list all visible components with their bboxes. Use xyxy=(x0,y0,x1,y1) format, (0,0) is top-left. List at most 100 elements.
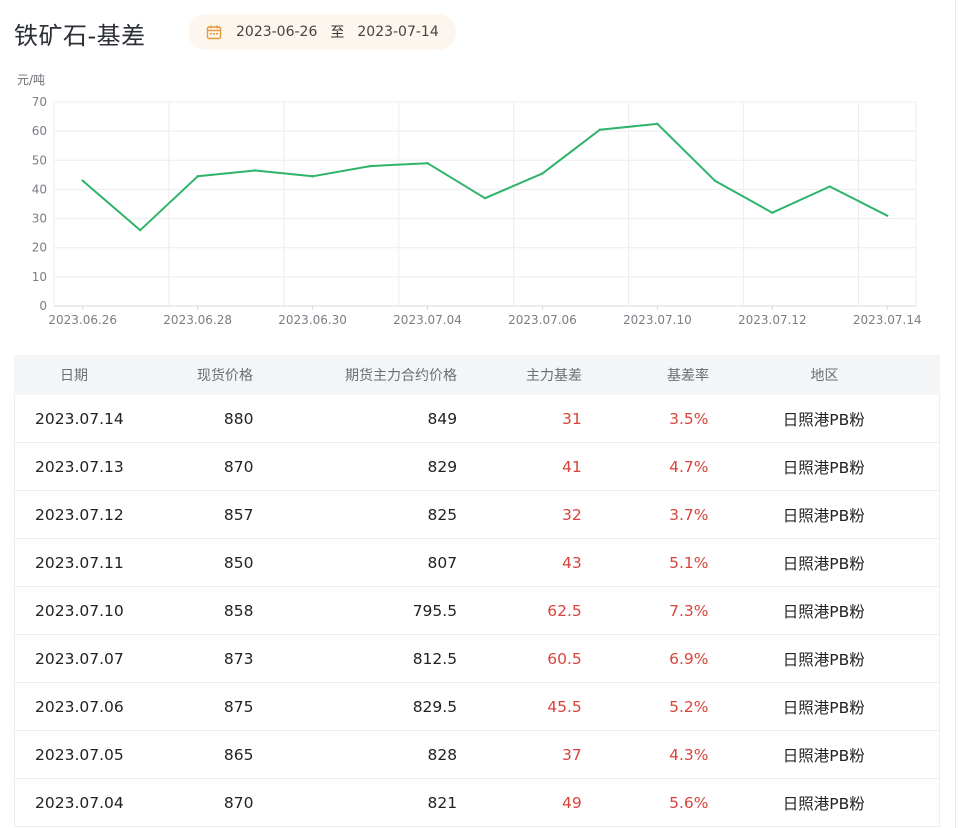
table-row: 2023.07.07 873 812.5 60.5 6.9% 日照港PB粉 xyxy=(15,635,939,683)
cell-basis-rate: 3.5% xyxy=(669,409,709,428)
data-point xyxy=(253,169,257,172)
y-tick-label: 40 xyxy=(32,182,47,196)
x-tick-label: 2023.06.30 xyxy=(278,313,347,327)
y-tick-label: 10 xyxy=(32,270,47,284)
cell-date: 2023.07.12 xyxy=(35,505,124,524)
date-start-input[interactable]: 2023-06-26 xyxy=(236,24,317,40)
date-range-separator: 至 xyxy=(330,25,345,41)
col-header-futures-price: 期货主力合约价格 xyxy=(345,368,457,384)
table-row: 2023.07.04 870 821 49 5.6% 日照港PB粉 xyxy=(15,779,939,827)
col-header-basis: 主力基差 xyxy=(526,368,582,384)
page-right-border xyxy=(955,0,956,828)
table-row: 2023.07.13 870 829 41 4.7% 日照港PB粉 xyxy=(15,443,939,491)
cell-spot-price: 858 xyxy=(223,601,254,620)
cell-region: 日照港PB粉 xyxy=(782,602,865,621)
cell-spot-price: 857 xyxy=(223,505,254,524)
data-point xyxy=(139,229,142,232)
cell-date: 2023.07.04 xyxy=(35,793,124,812)
cell-basis: 41 xyxy=(562,457,582,476)
chart-grid xyxy=(53,101,917,307)
cell-basis: 49 xyxy=(562,793,582,812)
basis-line-chart: 0 10 20 30 40 50 60 70 元/吨 2023.06.26 2023.06.28 2… xyxy=(17,73,922,327)
cell-region: 日照港PB粉 xyxy=(782,506,865,525)
y-tick-label: 30 xyxy=(32,212,47,226)
cell-futures-price: 849 xyxy=(427,409,458,428)
cell-futures-price: 812.5 xyxy=(412,649,458,668)
y-tick-label: 0 xyxy=(39,299,47,313)
y-tick-label: 20 xyxy=(32,241,47,255)
series-line xyxy=(82,122,888,232)
cell-basis-rate: 5.6% xyxy=(669,793,709,812)
table-row: 2023.07.14 880 849 31 3.5% 日照港PB粉 xyxy=(15,395,939,443)
cell-date: 2023.07.07 xyxy=(35,649,124,668)
data-point xyxy=(886,214,889,217)
cell-futures-price: 829.5 xyxy=(412,697,458,716)
cell-date: 2023.07.11 xyxy=(35,553,124,572)
cell-spot-price: 850 xyxy=(223,553,254,572)
y-tick-label: 50 xyxy=(32,153,47,167)
cell-basis-rate: 4.3% xyxy=(669,745,709,764)
cell-date: 2023.07.06 xyxy=(35,697,124,716)
page-header: 铁矿石-基差 xyxy=(14,14,146,52)
table-row: 2023.07.06 875 829.5 45.5 5.2% 日照港PB粉 xyxy=(15,683,939,731)
x-tick-label: 2023.07.10 xyxy=(623,313,692,327)
cell-region: 日照港PB粉 xyxy=(782,698,865,717)
data-point xyxy=(541,172,544,175)
cell-futures-price: 821 xyxy=(427,793,458,812)
cell-futures-price: 825 xyxy=(427,505,458,524)
calendar-icon[interactable] xyxy=(206,24,222,40)
date-end-input[interactable]: 2023-07-14 xyxy=(357,24,438,40)
table-header: 日期 现货价格 期货主力合约价格 主力基差 基差率 地区 xyxy=(14,355,940,395)
cell-basis-rate: 5.1% xyxy=(669,553,709,572)
y-axis-unit-label: 元/吨 xyxy=(17,73,45,87)
cell-date: 2023.07.10 xyxy=(35,601,124,620)
data-point xyxy=(311,175,314,178)
page-title: 铁矿石-基差 xyxy=(14,21,146,50)
cell-region: 日照港PB粉 xyxy=(782,458,865,477)
cell-basis-rate: 5.2% xyxy=(669,697,709,716)
cell-futures-price: 829 xyxy=(427,457,458,476)
x-tick-label: 2023.07.14 xyxy=(853,313,922,327)
cell-region: 日照港PB粉 xyxy=(782,554,865,573)
data-point xyxy=(656,122,659,126)
data-point xyxy=(368,164,372,168)
x-tick-label: 2023.07.12 xyxy=(738,313,807,327)
x-tick-label: 2023.07.04 xyxy=(393,313,462,327)
cell-basis-rate: 3.7% xyxy=(669,505,709,524)
cell-basis: 62.5 xyxy=(547,601,582,620)
cell-basis: 45.5 xyxy=(547,697,582,716)
cell-region: 日照港PB粉 xyxy=(782,410,865,429)
cell-spot-price: 875 xyxy=(223,697,254,716)
table-row: 2023.07.11 850 807 43 5.1% 日照港PB粉 xyxy=(15,539,939,587)
cell-basis-rate: 6.9% xyxy=(669,649,709,668)
table-row: 2023.07.10 858 795.5 62.5 7.3% 日照港PB粉 xyxy=(15,587,939,635)
cell-futures-price: 828 xyxy=(427,745,458,764)
data-point xyxy=(196,175,199,178)
x-tick-label: 2023.07.06 xyxy=(508,313,577,327)
cell-spot-price: 865 xyxy=(223,745,254,764)
cell-basis: 32 xyxy=(562,505,582,524)
cell-spot-price: 873 xyxy=(223,649,254,668)
data-point xyxy=(81,179,84,182)
x-tick-label: 2023.06.28 xyxy=(163,313,232,327)
cell-spot-price: 870 xyxy=(223,457,254,476)
data-point xyxy=(598,128,602,131)
cell-basis: 43 xyxy=(562,553,582,572)
cell-basis: 60.5 xyxy=(547,649,582,668)
cell-spot-price: 880 xyxy=(223,409,254,428)
col-header-spot-price: 现货价格 xyxy=(197,368,253,384)
y-tick-label: 60 xyxy=(32,124,47,138)
cell-date: 2023.07.14 xyxy=(35,409,124,428)
x-tick-label: 2023.06.26 xyxy=(48,313,117,327)
col-header-region: 地区 xyxy=(810,368,839,384)
data-point xyxy=(828,185,831,188)
cell-basis: 37 xyxy=(562,745,582,764)
basis-table: 日期 现货价格 期货主力合约价格 主力基差 基差率 地区 2023.07.14 8… xyxy=(14,355,940,827)
y-tick-label: 70 xyxy=(32,95,47,109)
cell-region: 日照港PB粉 xyxy=(782,650,865,669)
date-range-picker[interactable]: 2023-06-26 至 2023-07-14 xyxy=(188,14,456,50)
cell-date: 2023.07.13 xyxy=(35,457,124,476)
table-body: 2023.07.14 880 849 31 3.5% 日照港PB粉 2023.07.13 87… xyxy=(14,395,940,827)
data-point xyxy=(713,179,717,182)
table-row: 2023.07.12 857 825 32 3.7% 日照港PB粉 xyxy=(15,491,939,539)
